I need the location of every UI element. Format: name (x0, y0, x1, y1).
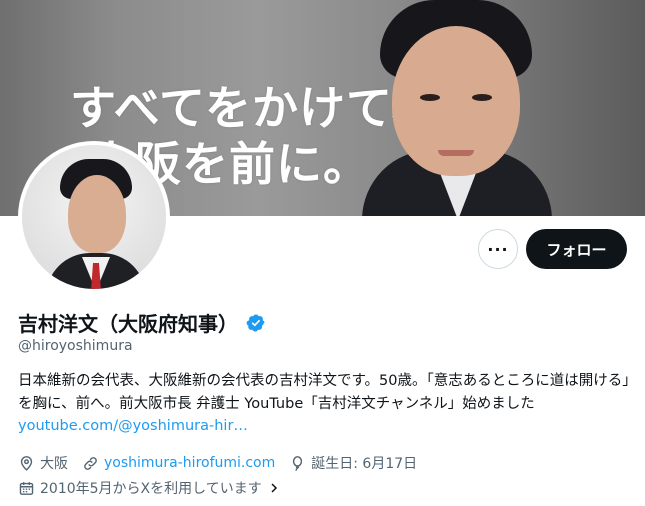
profile-meta-row: 大阪 yoshimura-hirofumi.com 誕生日: 6月17日 (18, 453, 431, 473)
bio-youtube-link[interactable]: youtube.com/@yoshimura-hir… (18, 418, 248, 434)
birthday-item: 誕生日: 6月17日 (289, 453, 417, 473)
user-handle: @hiroyoshimura (18, 338, 133, 354)
more-options-button[interactable]: ··· (478, 229, 518, 269)
location-text: 大阪 (40, 456, 68, 472)
display-name: 吉村洋文（大阪府知事） (18, 312, 238, 336)
profile-avatar[interactable] (18, 141, 170, 293)
verified-badge-icon[interactable] (246, 313, 266, 333)
follow-button[interactable]: フォロー (526, 229, 627, 269)
bio-text: 日本維新の会代表、大阪維新の会代表の吉村洋文です。50歳。「意志あるところに道は… (18, 373, 630, 412)
balloon-icon (293, 455, 303, 471)
display-name-row: 吉村洋文（大阪府知事） (18, 308, 266, 337)
banner-portrait (350, 0, 560, 216)
more-dots-icon: ··· (487, 239, 509, 259)
joined-text: 2010年5月からXを利用しています (40, 481, 262, 497)
profile-bio: 日本維新の会代表、大阪維新の会代表の吉村洋文です。50歳。「意志あるところに道は… (18, 370, 630, 438)
website-item: yoshimura-hirofumi.com (82, 455, 275, 472)
calendar-icon (19, 481, 34, 495)
location-item: 大阪 (18, 453, 68, 473)
chevron-right-icon (271, 483, 277, 493)
link-icon (84, 456, 97, 470)
birthday-text: 誕生日: 6月17日 (311, 456, 418, 472)
website-link[interactable]: yoshimura-hirofumi.com (104, 455, 275, 471)
location-pin-icon (20, 455, 33, 471)
joined-row[interactable]: 2010年5月からXを利用しています (18, 478, 280, 498)
